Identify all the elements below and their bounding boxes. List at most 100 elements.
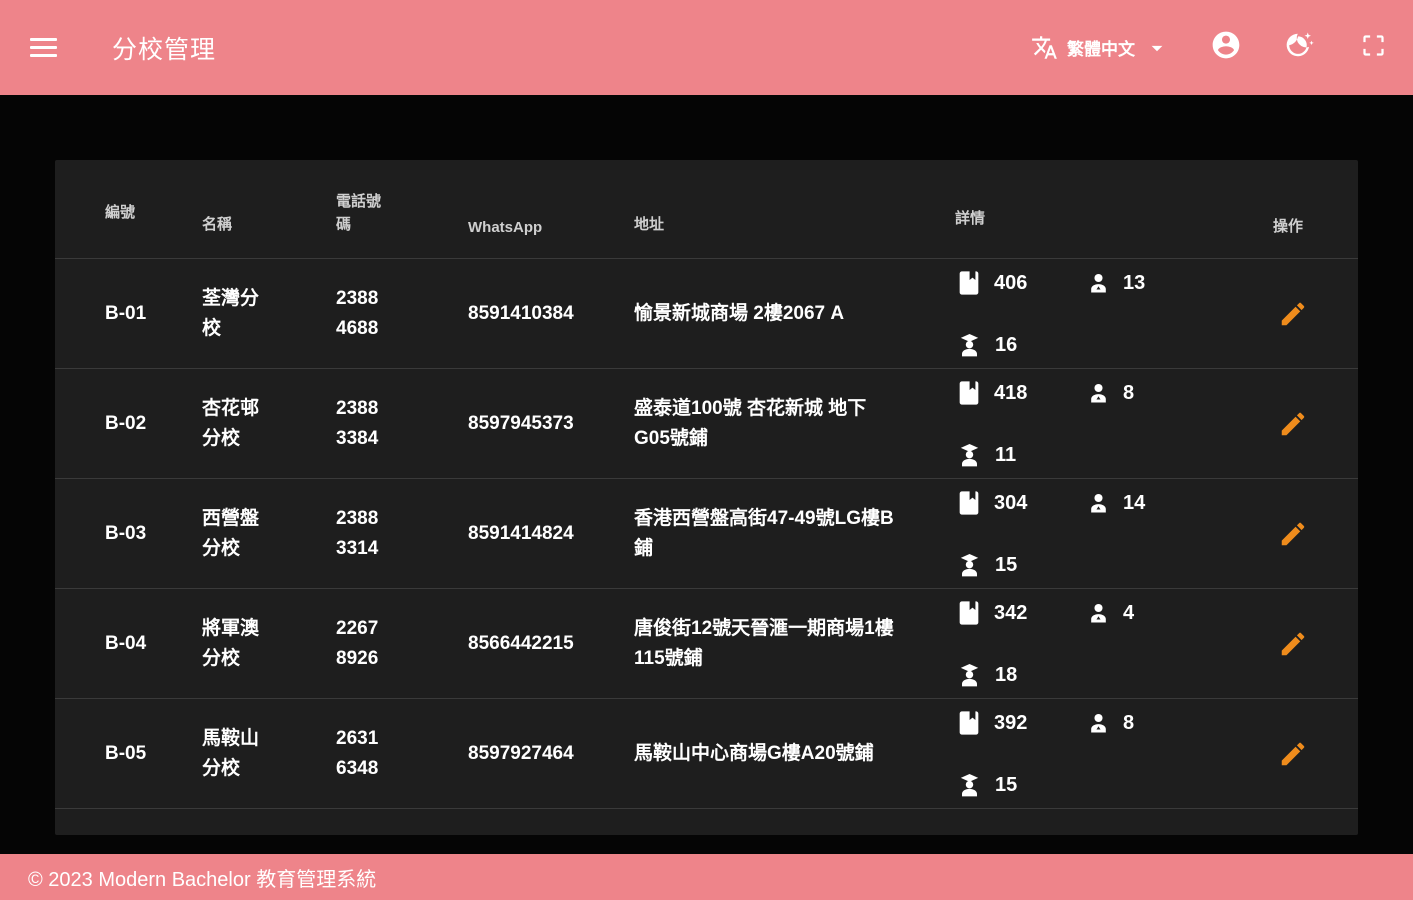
dark-mode-button[interactable] [1284,30,1314,65]
person-stat: 4 [1085,600,1134,627]
branch-whatsapp: 8566442215 [468,632,574,654]
header-whatsapp: WhatsApp [468,219,543,236]
branch-phone: 2631 6348 [336,728,379,779]
branch-id: B-04 [105,632,147,654]
table-row: B-02 杏花邨分校 2388 3384 8597945373 盛泰道100號 … [55,368,1358,478]
table-row: B-01 荃灣分校 2388 4688 8591410384 愉景新城商場 2樓… [55,258,1358,368]
edit-button[interactable] [1273,514,1313,554]
branch-id: B-03 [105,522,147,544]
person-count: 14 [1123,491,1146,514]
graduate-icon [955,661,984,690]
branch-name: 西營盤分校 [202,508,260,559]
branch-name: 將軍澳分校 [202,618,260,669]
person-stat: 8 [1085,710,1134,737]
graduate-stat: 11 [955,441,1016,470]
menu-icon[interactable] [30,31,64,65]
page-title: 分校管理 [112,35,217,64]
translate-icon [1031,34,1058,61]
book-icon [955,489,983,517]
branch-table-card: 編號 名稱 電話號碼 WhatsApp 地址 詳情 操作 B-01 荃灣分校 2… [55,160,1358,835]
person-count: 8 [1123,711,1135,734]
book-stat: 406 [955,269,1085,297]
branch-phone: 2388 3384 [336,398,379,449]
pencil-icon [1281,302,1305,325]
branch-address: 愉景新城商場 2樓2067 A [634,302,845,324]
person-icon [1085,380,1112,407]
branch-address: 香港西營盤高街47-49號LG樓B鋪 [634,508,894,559]
account-button[interactable] [1210,29,1242,66]
table-row: B-05 馬鞍山分校 2631 6348 8597927464 馬鞍山中心商場G… [55,698,1358,808]
pencil-icon [1281,632,1305,655]
pencil-icon [1281,742,1305,765]
branch-phone: 2267 8926 [336,618,379,669]
branch-details: 392 8 15 [955,699,1255,808]
branch-address: 唐俊街12號天晉滙一期商場1樓115號鋪 [634,618,894,669]
fullscreen-icon [1360,32,1387,64]
book-count: 418 [994,381,1028,404]
header-id: 編號 [105,204,136,221]
book-icon [955,709,983,737]
table-header-row: 編號 名稱 電話號碼 WhatsApp 地址 詳情 操作 [55,160,1358,258]
branch-id: B-05 [105,742,147,764]
pencil-icon [1281,412,1305,435]
graduate-icon [955,551,984,580]
graduate-icon [955,771,984,800]
table-body: B-01 荃灣分校 2388 4688 8591410384 愉景新城商場 2樓… [55,258,1358,808]
branch-whatsapp: 8591414824 [468,522,574,544]
edit-button[interactable] [1273,404,1313,444]
branch-details: 304 14 15 [955,479,1255,588]
appbar-actions: 繁體中文 [1031,29,1387,66]
graduate-icon [955,331,984,360]
edit-button[interactable] [1273,294,1313,334]
table-row: B-04 將軍澳分校 2267 8926 8566442215 唐俊街12號天晉… [55,588,1358,698]
person-icon [1085,710,1112,737]
branch-actions [1265,514,1358,554]
person-icon [1085,490,1112,517]
branch-id: B-02 [105,412,147,434]
branch-actions [1265,294,1358,334]
fullscreen-button[interactable] [1360,32,1387,64]
book-count: 304 [994,491,1028,514]
person-stat: 14 [1085,490,1145,517]
book-icon [955,379,983,407]
header-details: 詳情 [955,210,986,227]
person-icon [1085,600,1112,627]
book-icon [955,599,983,627]
branch-address: 盛泰道100號 杏花新城 地下 G05號鋪 [634,398,867,449]
person-count: 13 [1123,271,1146,294]
pencil-icon [1281,522,1305,545]
branch-name: 馬鞍山分校 [202,728,260,779]
graduate-count: 18 [995,664,1018,686]
book-stat: 418 [955,379,1085,407]
table-row: B-03 西營盤分校 2388 3314 8591414824 香港西營盤高街4… [55,478,1358,588]
person-count: 4 [1123,601,1135,624]
appbar: 分校管理 繁體中文 [0,0,1413,95]
graduate-icon [955,441,984,470]
person-stat: 13 [1085,270,1145,297]
book-count: 342 [994,601,1028,624]
header-address: 地址 [634,215,665,233]
person-icon [1085,270,1112,297]
edit-button[interactable] [1273,624,1313,664]
account-circle-icon [1210,29,1242,66]
person-stat: 8 [1085,380,1134,407]
graduate-stat: 18 [955,661,1017,690]
header-name: 名稱 [202,215,233,233]
book-stat: 342 [955,599,1085,627]
branch-id: B-01 [105,302,147,324]
chevron-down-icon [1144,35,1170,61]
footer: © 2023 Modern Bachelor 教育管理系統 [0,854,1413,900]
branch-actions [1265,404,1358,444]
moon-icon [1284,30,1314,65]
graduate-stat: 15 [955,551,1017,580]
copyright-text: © 2023 Modern Bachelor 教育管理系統 [28,868,377,891]
book-stat: 392 [955,709,1085,737]
branch-phone: 2388 3314 [336,508,379,559]
header-actions: 操作 [1273,218,1304,235]
edit-button[interactable] [1273,734,1313,774]
language-selector[interactable]: 繁體中文 [1031,34,1170,61]
book-count: 406 [994,271,1028,294]
language-label: 繁體中文 [1067,40,1135,59]
graduate-count: 16 [995,334,1018,356]
book-icon [955,269,983,297]
